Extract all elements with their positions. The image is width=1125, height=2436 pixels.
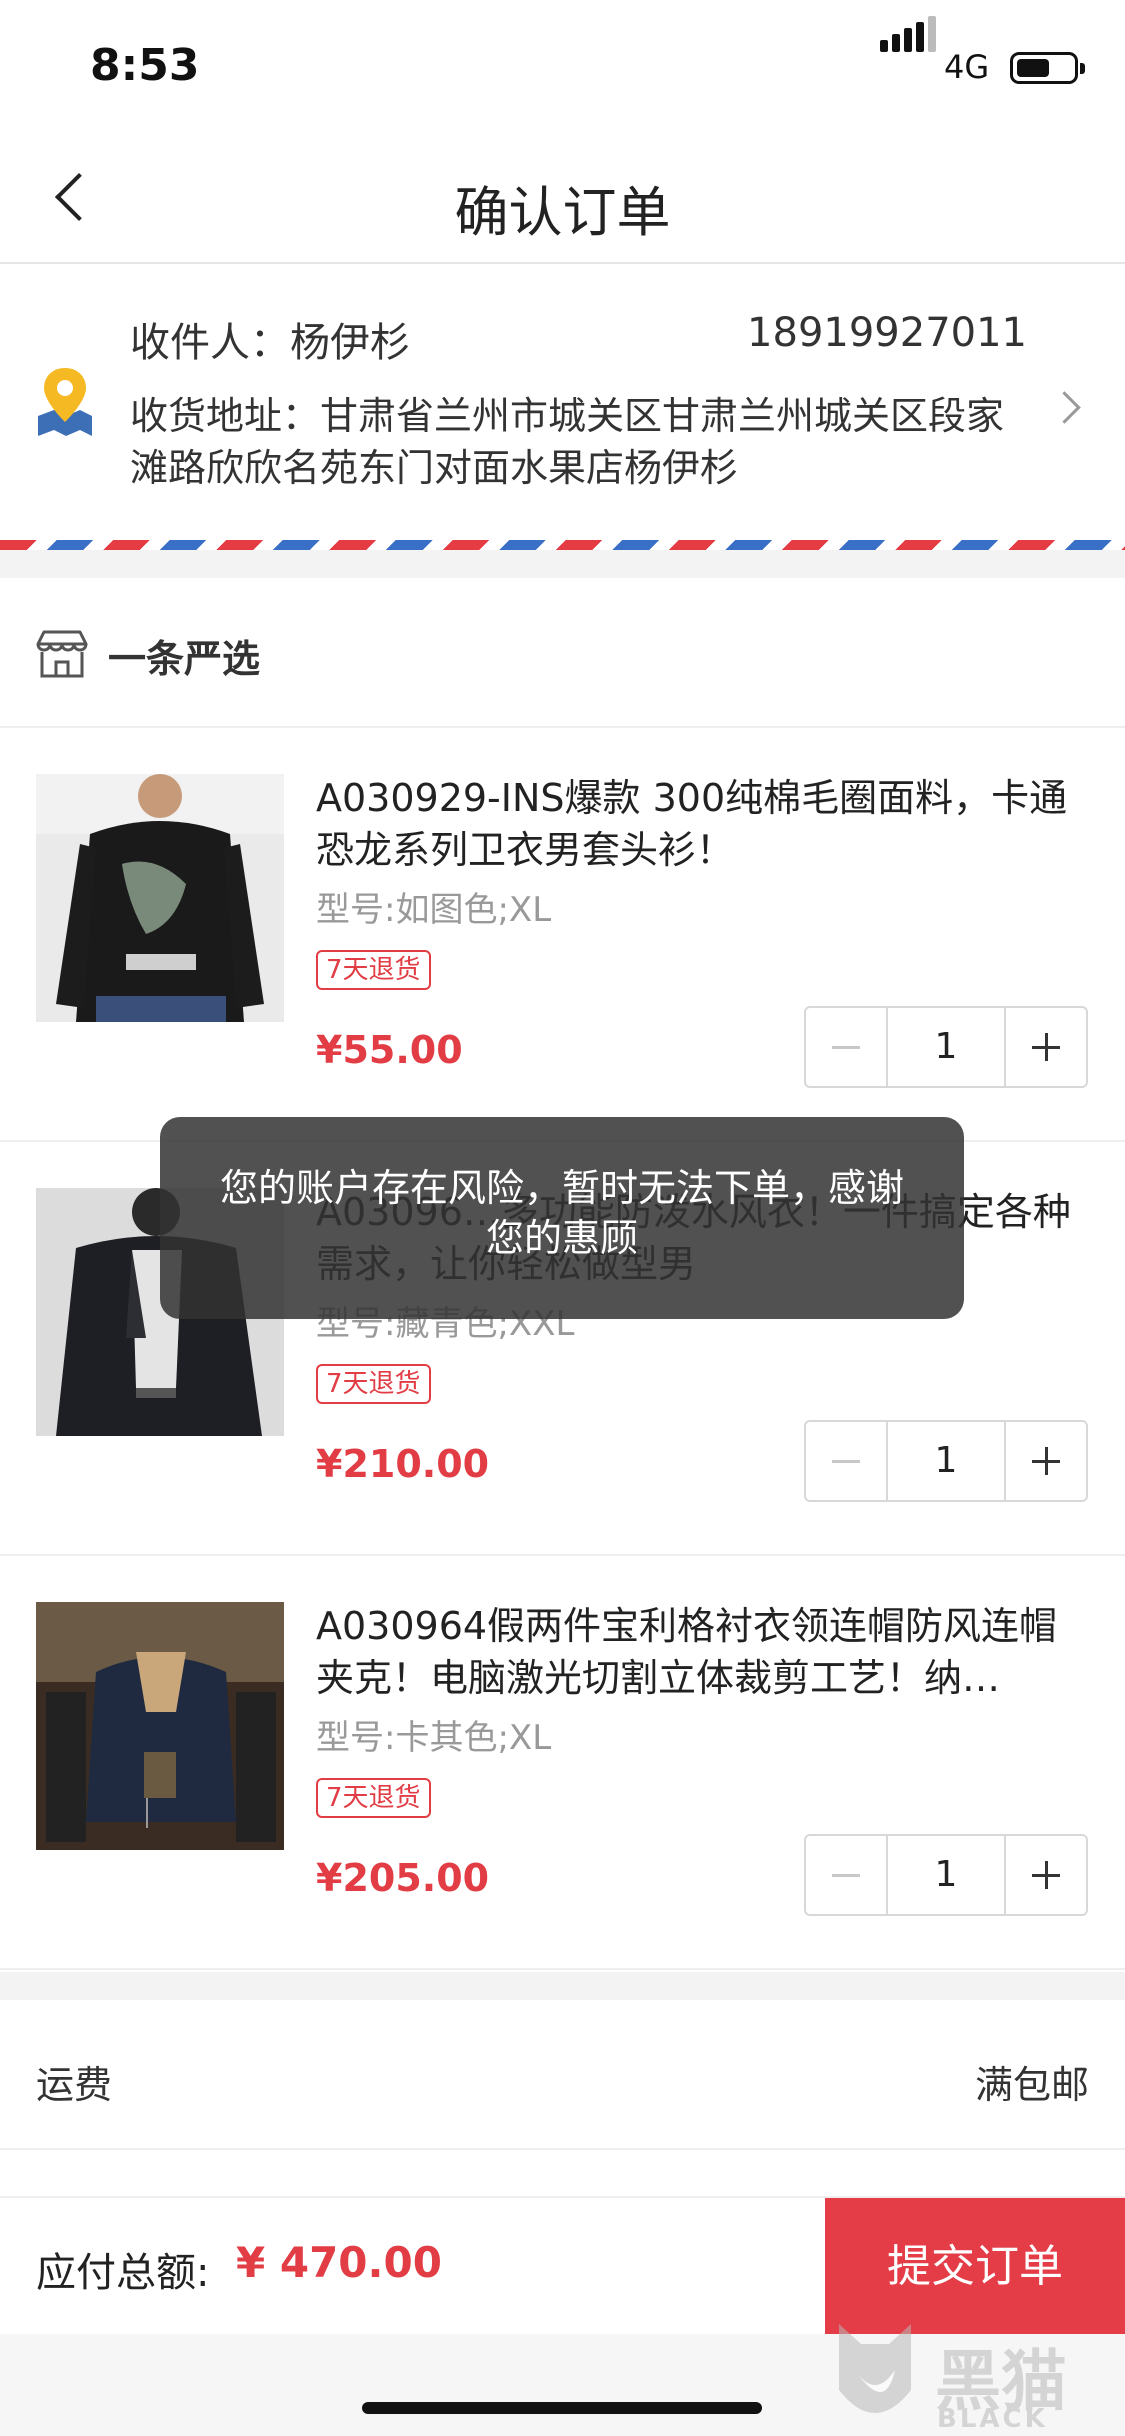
watermark-text-en: BLACK CAT bbox=[937, 2404, 1048, 2436]
status-bar: 8:53 4G bbox=[0, 0, 1125, 130]
order-item: A030929-INS爆款 300纯棉毛圈面料，卡通恐龙系列卫衣男套头衫！ 型号… bbox=[0, 728, 1125, 1142]
total-label: 应付总额: bbox=[36, 2250, 210, 2296]
return-policy-badge: 7天退货 bbox=[316, 1364, 431, 1404]
section-gap bbox=[0, 1972, 1125, 2000]
quantity-stepper: 1 bbox=[804, 1006, 1088, 1088]
quantity-stepper: 1 bbox=[804, 1420, 1088, 1502]
shipping-fee-label: 运费 bbox=[36, 2063, 113, 2107]
product-price: ¥205.00 bbox=[316, 1856, 490, 1900]
section-gap bbox=[0, 550, 1125, 578]
decrease-quantity-button[interactable] bbox=[806, 1836, 886, 1914]
product-image bbox=[36, 1602, 284, 1850]
recipient-name: 收件人：杨伊杉 bbox=[130, 320, 410, 366]
decrease-quantity-button[interactable] bbox=[806, 1008, 886, 1086]
status-time: 8:53 bbox=[90, 40, 200, 91]
location-pin-icon bbox=[38, 368, 92, 436]
product-spec: 型号:如图色;XL bbox=[316, 890, 552, 930]
product-price: ¥55.00 bbox=[316, 1028, 463, 1072]
return-policy-badge: 7天退货 bbox=[316, 950, 431, 990]
delivery-address: 收货地址：甘肃省兰州市城关区甘肃兰州城关区段家滩路欣欣名苑东门对面水果店杨伊杉 bbox=[130, 394, 1005, 490]
network-label: 4G bbox=[944, 48, 990, 86]
quantity-value[interactable]: 1 bbox=[886, 1008, 1006, 1086]
shipping-fee-row: 运费 满包邮 bbox=[0, 2000, 1125, 2150]
order-item: A030964假两件宝利格衬衣领连帽防风连帽夹克！电脑激光切割立体裁剪工艺！纳…… bbox=[0, 1556, 1125, 1970]
product-image bbox=[36, 774, 284, 1022]
page-title: 确认订单 bbox=[454, 181, 671, 244]
recipient-phone: 18919927011 bbox=[747, 310, 1027, 356]
increase-quantity-button[interactable] bbox=[1006, 1422, 1086, 1500]
risk-warning-toast: 您的账户存在风险，暂时无法下单，感谢您的惠顾 bbox=[160, 1117, 964, 1319]
shop-name: 一条严选 bbox=[108, 637, 261, 681]
shipping-address-card[interactable]: 收件人：杨伊杉 18919927011 收货地址：甘肃省兰州市城关区甘肃兰州城关… bbox=[0, 266, 1125, 536]
total-amount: ¥ 470.00 bbox=[236, 2238, 442, 2287]
increase-quantity-button[interactable] bbox=[1006, 1836, 1086, 1914]
home-indicator[interactable] bbox=[362, 2402, 762, 2414]
product-price: ¥210.00 bbox=[316, 1442, 490, 1486]
store-icon bbox=[36, 630, 88, 678]
checkout-bar: 应付总额: ¥ 470.00 提交订单 bbox=[0, 2196, 1125, 2336]
airmail-divider bbox=[0, 540, 1125, 550]
quantity-value[interactable]: 1 bbox=[886, 1836, 1006, 1914]
decrease-quantity-button[interactable] bbox=[806, 1422, 886, 1500]
quantity-stepper: 1 bbox=[804, 1834, 1088, 1916]
product-title: A030964假两件宝利格衬衣领连帽防风连帽夹克！电脑激光切割立体裁剪工艺！纳… bbox=[316, 1604, 1058, 1700]
submit-order-button[interactable]: 提交订单 bbox=[825, 2198, 1125, 2336]
watermark: 黑猫 BLACK CAT bbox=[825, 2320, 1115, 2436]
increase-quantity-button[interactable] bbox=[1006, 1008, 1086, 1086]
battery-icon bbox=[1010, 52, 1085, 84]
product-title: A030929-INS爆款 300纯棉毛圈面料，卡通恐龙系列卫衣男套头衫！ bbox=[316, 776, 1068, 872]
quantity-value[interactable]: 1 bbox=[886, 1422, 1006, 1500]
chevron-right-icon bbox=[1053, 386, 1081, 426]
cat-logo-icon bbox=[839, 2324, 911, 2413]
return-policy-badge: 7天退货 bbox=[316, 1778, 431, 1818]
navigation-bar: 确认订单 bbox=[0, 130, 1125, 264]
shipping-fee-value: 满包邮 bbox=[974, 2063, 1089, 2107]
product-spec: 型号:卡其色;XL bbox=[316, 1718, 552, 1758]
shop-header: 一条严选 bbox=[0, 578, 1125, 728]
